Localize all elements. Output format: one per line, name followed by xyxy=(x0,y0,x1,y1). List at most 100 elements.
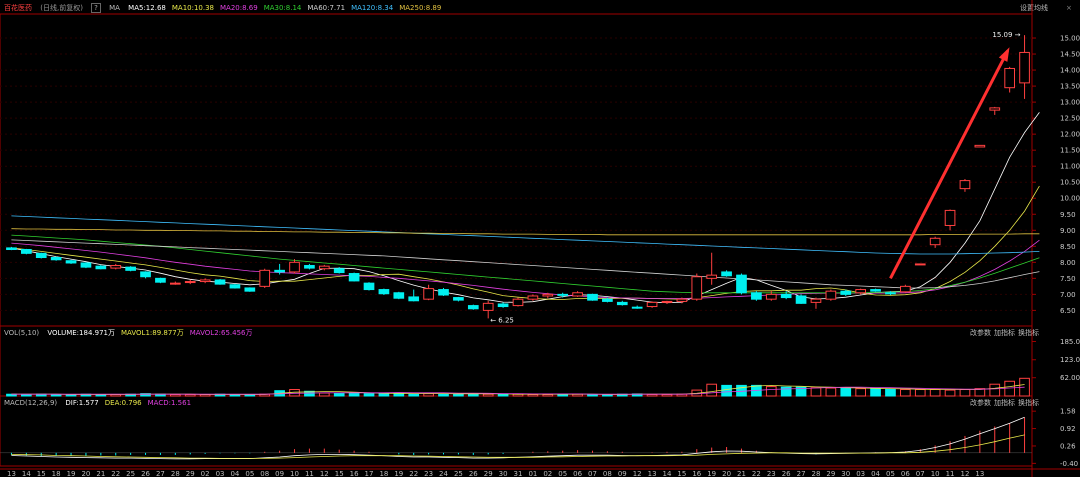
candle-54 xyxy=(810,297,822,309)
ma-line-ma20 xyxy=(11,239,1040,299)
date-tick-label-9: 26 xyxy=(141,470,150,477)
candle-body-11 xyxy=(169,282,181,285)
volume-bar-12 xyxy=(184,394,196,397)
date-tick-label-14: 03 xyxy=(216,470,225,477)
panel-frame-2 xyxy=(0,395,1033,467)
volume-bar-32 xyxy=(482,393,494,397)
date-tick-label-28: 23 xyxy=(424,470,433,477)
candle-body-43 xyxy=(646,301,658,308)
price-tick-label-7: 10.00 xyxy=(1060,195,1080,203)
date-tick-label-36: 02 xyxy=(543,470,552,477)
volume-bar-37 xyxy=(557,394,569,397)
price-tick-label-1: 7.00 xyxy=(1060,291,1076,299)
candle-body-1 xyxy=(21,249,32,254)
candle-body-32 xyxy=(482,302,494,311)
volume-bar-27 xyxy=(408,393,420,397)
price-tick-label-10: 11.50 xyxy=(1060,147,1080,155)
candle-48 xyxy=(721,270,732,277)
volume-bar-55 xyxy=(825,387,837,397)
date-tick-label-31: 26 xyxy=(469,470,478,477)
candle-body-34 xyxy=(512,298,524,307)
volume-bar-61 xyxy=(914,389,926,397)
panel-frame-1 xyxy=(0,325,1033,397)
date-tick-label-58: 04 xyxy=(871,470,880,477)
macd-tick-label-0: -0.40 xyxy=(1060,460,1078,468)
candle-body-3 xyxy=(50,257,62,261)
date-tick-label-25: 18 xyxy=(379,470,388,477)
date-tick-label-50: 22 xyxy=(752,470,761,477)
date-tick-label-23: 16 xyxy=(350,470,359,477)
candle-3 xyxy=(50,256,62,261)
chart-canvas[interactable]: 6.50 7.00 7.50 8.00 8.50 9.00 9.50 10.00 10.50 11… xyxy=(0,0,1080,477)
candle-body-63 xyxy=(944,209,956,226)
candle-20 xyxy=(304,263,315,270)
ma-line-ma5 xyxy=(11,112,1040,304)
price-tick-label-0: 6.50 xyxy=(1060,307,1076,315)
candle-body-53 xyxy=(795,295,807,304)
candle-body-55 xyxy=(825,290,837,300)
date-tick-label-17: 08 xyxy=(260,470,269,477)
candle-26 xyxy=(393,291,405,300)
volume-bar-25 xyxy=(378,393,390,397)
price-tick-label-13: 13.00 xyxy=(1060,99,1080,107)
candle-38 xyxy=(572,291,583,297)
date-tick-label-6: 21 xyxy=(96,470,105,477)
candle-31 xyxy=(467,304,479,310)
candle-body-0 xyxy=(6,247,17,251)
date-tick-label-56: 30 xyxy=(841,470,850,477)
candle-6 xyxy=(95,264,107,270)
volume-bar-56 xyxy=(840,387,852,397)
candle-body-6 xyxy=(95,265,107,270)
volume-bar-22 xyxy=(333,392,345,397)
volume-bar-1 xyxy=(21,394,32,397)
stock-chart-window: 百花医药 (日线,前复权) ? MA MA5:12.68 MA10:10.38 MA… xyxy=(0,0,1080,477)
candle-body-10 xyxy=(155,277,166,283)
candle-body-68 xyxy=(1019,51,1030,84)
date-tick-label-64: 12 xyxy=(960,470,969,477)
candle-body-44 xyxy=(661,300,673,303)
candle-body-33 xyxy=(497,303,509,308)
volume-bar-60 xyxy=(900,389,911,397)
price-tick-label-5: 9.00 xyxy=(1060,227,1076,235)
candle-body-57 xyxy=(855,289,867,294)
date-tick-label-8: 25 xyxy=(126,470,135,477)
candle-body-50 xyxy=(751,292,762,300)
candle-47 xyxy=(706,252,718,285)
candle-body-64 xyxy=(959,180,971,190)
candle-body-30 xyxy=(453,297,464,301)
candle-body-42 xyxy=(631,306,643,309)
candle-body-58 xyxy=(870,289,881,292)
date-tick-label-12: 29 xyxy=(186,470,195,477)
date-tick-label-11: 28 xyxy=(171,470,180,477)
candle-23 xyxy=(348,272,360,282)
candle-body-48 xyxy=(721,271,732,277)
date-tick-label-26: 19 xyxy=(394,470,403,477)
date-tick-label-35: 01 xyxy=(528,470,537,477)
date-tick-label-46: 16 xyxy=(692,470,701,477)
candle-body-9 xyxy=(140,271,151,278)
high-price-annotation: 15.09 → xyxy=(992,31,1020,39)
candle-body-47 xyxy=(706,274,718,279)
candle-17 xyxy=(259,268,271,288)
price-tick-label-16: 14.50 xyxy=(1060,51,1080,59)
candle-68 xyxy=(1019,35,1030,99)
date-tick-label-42: 12 xyxy=(633,470,642,477)
candle-13 xyxy=(199,278,211,284)
candle-body-40 xyxy=(602,298,613,302)
candle-body-7 xyxy=(110,265,122,269)
candle-body-21 xyxy=(318,265,330,270)
volume-bar-54 xyxy=(810,387,822,397)
candle-body-62 xyxy=(929,237,941,246)
candle-61 xyxy=(914,263,926,266)
candle-50 xyxy=(751,291,762,301)
candle-body-54 xyxy=(810,298,822,303)
candle-4 xyxy=(65,259,77,264)
date-tick-label-2: 15 xyxy=(37,470,46,477)
candle-body-38 xyxy=(572,292,583,297)
candle-63 xyxy=(944,209,956,231)
candle-0 xyxy=(6,246,17,251)
candle-body-51 xyxy=(765,293,777,300)
volume-tick-label-2: 185.00 xyxy=(1060,338,1080,346)
volume-bar-51 xyxy=(765,386,777,397)
candle-body-45 xyxy=(676,298,688,302)
